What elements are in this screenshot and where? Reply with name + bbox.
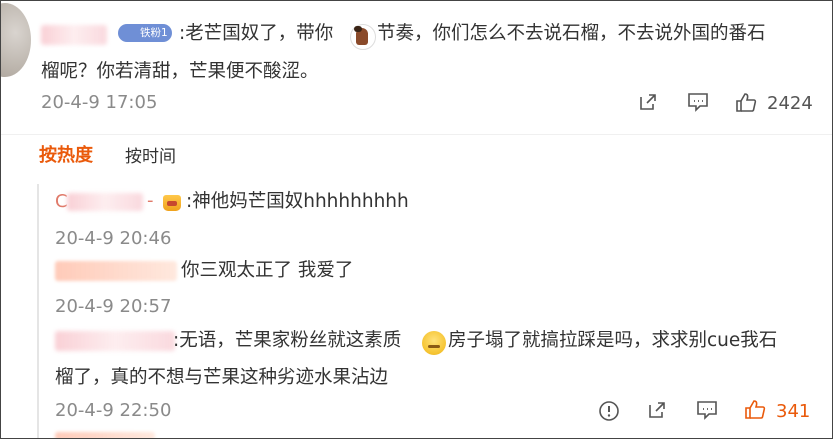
avatar[interactable] xyxy=(1,3,31,77)
comment-icon[interactable] xyxy=(695,399,719,423)
share-icon[interactable] xyxy=(646,399,670,423)
like-icon[interactable] xyxy=(743,398,767,422)
reply-username-dash: - xyxy=(147,190,154,211)
fan-badge[interactable]: 铁粉1 xyxy=(118,24,172,42)
comment-icon[interactable] xyxy=(686,91,710,115)
divider xyxy=(1,134,832,135)
reply-timestamp: 20-4-9 22:50 xyxy=(55,400,172,421)
share-icon[interactable] xyxy=(637,91,661,115)
sort-by-heat-tab[interactable]: 按热度 xyxy=(39,143,93,169)
comment-thread: 铁粉1 :老芒国奴了，带你 节奏，你们怎么不去说石榴，不去说外国的番石 榴呢？你… xyxy=(0,0,833,439)
comment-timestamp: 20-4-9 17:05 xyxy=(41,92,158,113)
comment-text-line1b: 节奏，你们怎么不去说石榴，不去说外国的番石 xyxy=(377,23,766,44)
comment-like-count: 2424 xyxy=(767,93,813,114)
reply-username-redacted[interactable] xyxy=(67,193,143,211)
face-emoji-icon xyxy=(422,331,446,355)
horse-emoji-icon xyxy=(350,24,376,50)
reply-text-line1b: 房子塌了就搞拉踩是吗，求求别cue我石 xyxy=(448,330,778,351)
like-icon[interactable] xyxy=(734,91,758,115)
reply-username-redacted[interactable] xyxy=(55,432,155,438)
reply-like-count: 341 xyxy=(776,401,811,422)
reply-username-redacted[interactable] xyxy=(55,331,175,351)
reply-username-initial[interactable]: C xyxy=(55,190,68,214)
crown-icon xyxy=(163,195,181,211)
report-icon[interactable] xyxy=(597,399,621,423)
comment-text-line2: 榴呢？你若清甜，芒果便不酸涩。 xyxy=(41,61,319,82)
username-redacted[interactable] xyxy=(41,25,107,45)
sort-by-time-tab[interactable]: 按时间 xyxy=(125,144,176,170)
reply-timestamp: 20-4-9 20:57 xyxy=(55,296,172,317)
comment-text-line1: :老芒国奴了，带你 xyxy=(179,23,334,44)
reply-text-line2: 榴了，真的不想与芒果这种劣迹水果沾边 xyxy=(55,367,389,388)
reply-thread-line xyxy=(37,184,39,438)
reply-username-redacted[interactable] xyxy=(55,261,177,281)
reply-text: :神他妈芒国奴hhhhhhhhh xyxy=(186,191,409,212)
reply-text: 你三观太正了 我爱了 xyxy=(181,260,354,281)
reply-timestamp: 20-4-9 20:46 xyxy=(55,228,172,249)
reply-text-line1a: :无语，芒果家粉丝就这素质 xyxy=(173,330,402,351)
